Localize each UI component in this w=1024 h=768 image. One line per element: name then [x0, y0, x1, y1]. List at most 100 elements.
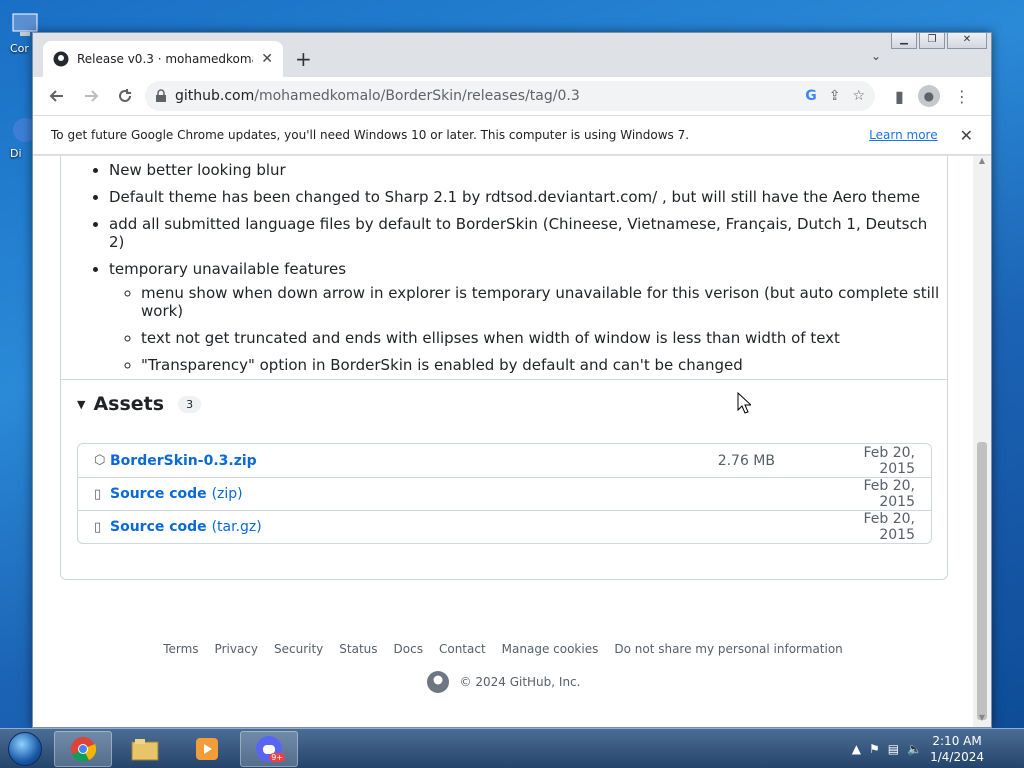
- asset-link[interactable]: BorderSkin-0.3.zip: [110, 453, 665, 469]
- sub-list-item: "Transparency" option in BorderSkin is e…: [141, 356, 947, 374]
- taskbar-media-player[interactable]: [178, 731, 236, 767]
- scroll-up-icon[interactable]: ▲: [973, 156, 991, 170]
- google-icon[interactable]: G: [805, 88, 817, 104]
- triangle-down-icon: ▼: [77, 397, 86, 411]
- media-player-icon: [196, 737, 218, 760]
- learn-more-link[interactable]: Learn more: [869, 128, 937, 142]
- list-item: New better looking blur: [109, 161, 947, 179]
- notification-badge: 9+: [269, 752, 285, 762]
- release-card: New better looking blur Default theme ha…: [60, 156, 948, 580]
- footer-link-cookies[interactable]: Manage cookies: [502, 642, 599, 656]
- package-icon: ⬡: [94, 453, 106, 468]
- clock-time: 2:10 AM: [932, 733, 982, 748]
- scroll-down-icon[interactable]: ▼: [973, 713, 991, 727]
- start-button[interactable]: [0, 729, 50, 768]
- mouse-cursor-icon: [737, 392, 751, 414]
- new-tab-button[interactable]: +: [295, 47, 312, 71]
- tab-release[interactable]: Release v0.3 · mohamedkomalo/ ✕: [43, 41, 283, 77]
- assets-list: ⬡ BorderSkin-0.3.zip 2.76 MB Feb 20, 201…: [77, 443, 932, 544]
- github-icon[interactable]: [426, 670, 450, 694]
- asset-date: Feb 20, 2015: [863, 444, 915, 477]
- assets-heading: Assets: [93, 393, 165, 415]
- taskbar: 9+ ▲ ⚑ ▤ 🔈 2:10 AM 1/4/2024: [0, 728, 1024, 768]
- show-hidden-icons-icon[interactable]: ▲: [852, 742, 861, 756]
- page-scrollbar[interactable]: ▲ ▼: [973, 156, 991, 727]
- network-icon[interactable]: ▤: [888, 742, 899, 756]
- chevron-down-icon[interactable]: ⌄: [871, 49, 881, 63]
- sub-list-item: menu show when down arrow in explorer is…: [141, 284, 947, 320]
- asset-date: Feb 20, 2015: [863, 511, 915, 543]
- footer-link-terms[interactable]: Terms: [163, 642, 198, 656]
- volume-muted-icon[interactable]: 🔈: [907, 742, 922, 756]
- footer-links: Terms Privacy Security Status Docs Conta…: [33, 642, 973, 656]
- sub-list-item: text not get truncated and ends with ell…: [141, 329, 947, 347]
- chrome-icon: [71, 736, 96, 762]
- file-zip-icon: ▯: [94, 486, 102, 502]
- footer-link-privacy[interactable]: Privacy: [215, 642, 258, 656]
- divider: [61, 379, 947, 380]
- arrow-left-icon: [49, 90, 63, 102]
- url-text: github.com/mohamedkomalo/BorderSkin/rele…: [175, 88, 797, 104]
- clock[interactable]: 2:10 AM 1/4/2024: [930, 733, 984, 765]
- desktop-icon-label: Di: [10, 147, 22, 160]
- footer-copyright: © 2024 GitHub, Inc.: [33, 670, 973, 694]
- explorer-icon: [131, 738, 159, 760]
- taskbar-chrome[interactable]: [54, 730, 112, 767]
- assets-count-badge: 3: [178, 395, 202, 413]
- list-item-text: temporary unavailable features: [109, 260, 347, 278]
- minimize-button[interactable]: ▁: [891, 33, 917, 49]
- arrow-right-icon: [85, 90, 99, 102]
- asset-date: Feb 20, 2015: [863, 478, 915, 510]
- profile-avatar-icon[interactable]: ●: [917, 85, 940, 107]
- sub-list: menu show when down arrow in explorer is…: [141, 284, 947, 374]
- side-panel-icon[interactable]: ▮: [895, 87, 904, 106]
- footer-link-docs[interactable]: Docs: [394, 642, 423, 656]
- tab-title: Release v0.3 · mohamedkomalo/: [77, 52, 253, 66]
- asset-row: ▯ Source code (tar.gz) Feb 20, 2015: [78, 510, 931, 543]
- footer-link-contact[interactable]: Contact: [439, 642, 486, 656]
- action-center-icon[interactable]: ⚑: [869, 742, 880, 756]
- github-icon: [53, 51, 69, 67]
- asset-row: ⬡ BorderSkin-0.3.zip 2.76 MB Feb 20, 201…: [78, 444, 931, 477]
- back-button[interactable]: [43, 82, 71, 110]
- close-window-button[interactable]: ✕: [947, 33, 987, 49]
- browser-toolbar: github.com/mohamedkomalo/BorderSkin/rele…: [33, 77, 991, 115]
- close-icon[interactable]: ✕: [960, 126, 973, 145]
- tab-close-icon[interactable]: ✕: [261, 51, 273, 67]
- footer-link-security[interactable]: Security: [274, 642, 323, 656]
- footer-link-status[interactable]: Status: [339, 642, 377, 656]
- lock-icon: [156, 89, 166, 102]
- url-host: github.com: [175, 88, 255, 104]
- asset-link[interactable]: Source code (zip): [110, 486, 665, 502]
- windows-orb-icon: [8, 731, 42, 766]
- system-tray: ▲ ⚑ ▤ 🔈 2:10 AM 1/4/2024: [852, 733, 1024, 765]
- update-infobar: To get future Google Chrome updates, you…: [33, 115, 991, 155]
- scrollbar-thumb[interactable]: [977, 442, 987, 720]
- list-item: Default theme has been changed to Sharp …: [109, 188, 947, 206]
- footer-link-do-not-share[interactable]: Do not share my personal information: [614, 642, 842, 656]
- reload-icon: [119, 89, 131, 102]
- address-bar[interactable]: github.com/mohamedkomalo/BorderSkin/rele…: [145, 81, 875, 111]
- maximize-button[interactable]: ❐: [919, 33, 945, 49]
- taskbar-explorer[interactable]: [116, 731, 174, 767]
- menu-icon[interactable]: ⋮: [954, 87, 970, 106]
- asset-size: 2.76 MB: [717, 452, 775, 469]
- infobar-message: To get future Google Chrome updates, you…: [51, 128, 690, 142]
- asset-link[interactable]: Source code (tar.gz): [110, 519, 665, 535]
- tab-strip: Release v0.3 · mohamedkomalo/ ✕ + ⌄ ▁ ❐ …: [33, 33, 991, 77]
- desktop-icon-label: Cor: [10, 42, 29, 55]
- list-item: add all submitted language files by defa…: [109, 215, 947, 251]
- copyright-text: © 2024 GitHub, Inc.: [459, 675, 581, 689]
- list-item: temporary unavailable features menu show…: [109, 260, 947, 374]
- star-icon[interactable]: ☆: [852, 88, 865, 104]
- forward-button[interactable]: [77, 82, 105, 110]
- clock-date: 1/4/2024: [930, 749, 984, 764]
- assets-toggle[interactable]: ▼ Assets 3: [77, 393, 202, 415]
- reload-button[interactable]: [111, 82, 139, 110]
- url-path: /mohamedkomalo/BorderSkin/releases/tag/0…: [254, 88, 580, 104]
- browser-window: Release v0.3 · mohamedkomalo/ ✕ + ⌄ ▁ ❐ …: [32, 32, 992, 728]
- taskbar-discord[interactable]: 9+: [240, 730, 298, 767]
- release-notes: New better looking blur Default theme ha…: [109, 161, 947, 383]
- share-icon[interactable]: ⇪: [829, 88, 841, 104]
- asset-row: ▯ Source code (zip) Feb 20, 2015: [78, 477, 931, 510]
